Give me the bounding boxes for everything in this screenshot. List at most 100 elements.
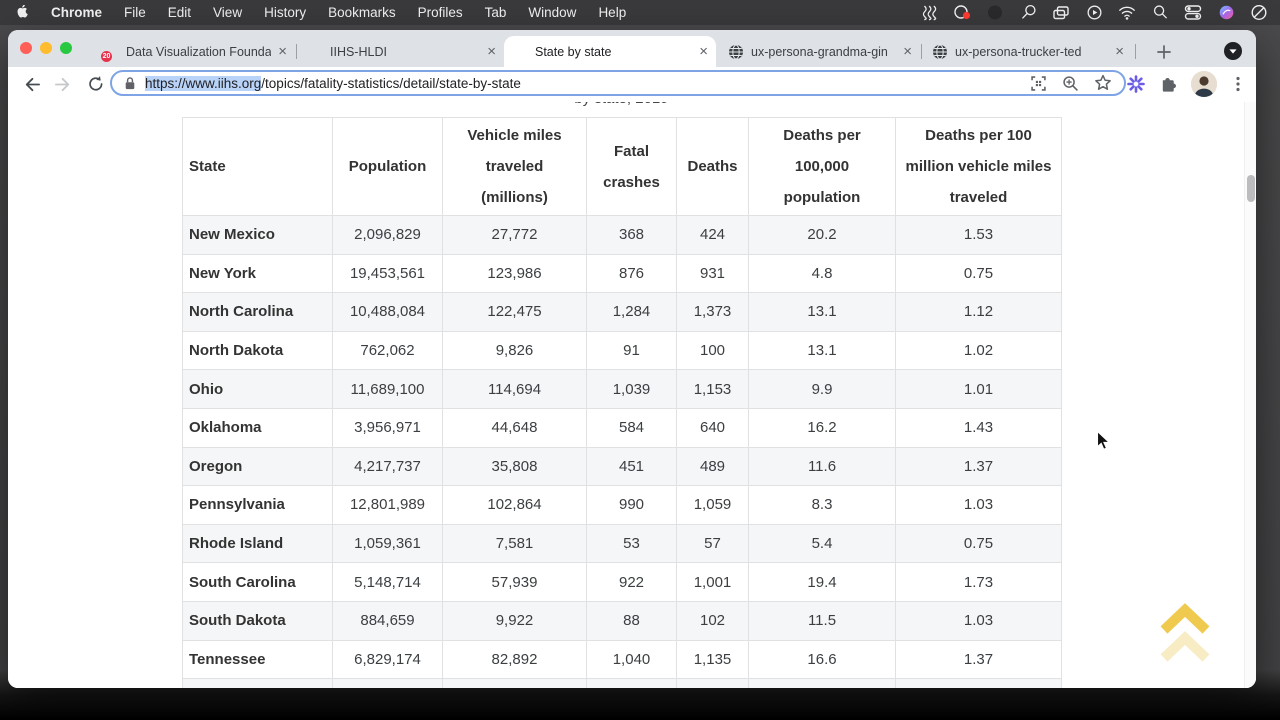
state-cell: Rhode Island: [183, 524, 333, 563]
value-cell: 368: [587, 216, 677, 255]
menu-item-file[interactable]: File: [124, 5, 146, 20]
menu-item-edit[interactable]: Edit: [168, 5, 191, 20]
state-cell: North Carolina: [183, 293, 333, 332]
app-waves-icon[interactable]: [920, 4, 938, 21]
zoom-window-button[interactable]: [60, 42, 72, 54]
value-cell: 0.75: [896, 254, 1062, 293]
tab-ux-persona-trucker-ted[interactable]: ux-persona-trucker-ted×: [924, 36, 1132, 67]
forward-button[interactable]: [53, 74, 73, 94]
play-circle-icon[interactable]: [1085, 4, 1103, 21]
tab-state-by-state[interactable]: State by state×: [504, 36, 716, 67]
value-cell: 1,039: [587, 370, 677, 409]
mouse-cursor: [1096, 430, 1112, 457]
column-header-deaths-per-100-000-population: Deaths per 100,000 population: [749, 118, 896, 216]
menubar-status-icons: [920, 4, 1280, 21]
zoom-in-icon[interactable]: [1062, 75, 1079, 92]
page-content: by state, 2019 StatePopulationVehicle mi…: [8, 102, 1256, 688]
value-cell: 9,826: [443, 331, 587, 370]
window-stack-icon[interactable]: [1052, 4, 1070, 21]
menu-item-profiles[interactable]: Profiles: [418, 5, 463, 20]
spotlight-search-icon[interactable]: [1151, 4, 1169, 21]
partial-cell: [896, 679, 1062, 688]
page-scrollbar-thumb[interactable]: [1247, 175, 1255, 202]
scroll-to-top-button[interactable]: [1155, 599, 1215, 669]
tab-close-icon[interactable]: ×: [699, 44, 708, 59]
colorful-app-icon[interactable]: [1217, 4, 1235, 21]
tab-search-button[interactable]: [1221, 39, 1245, 63]
value-cell: 1,059,361: [333, 524, 443, 563]
state-cell: Oklahoma: [183, 408, 333, 447]
tab-close-icon[interactable]: ×: [1115, 44, 1124, 59]
table-row-south-carolina: South Carolina5,148,71457,9399221,00119.…: [183, 563, 1062, 602]
value-cell: 91: [587, 331, 677, 370]
value-cell: 9.9: [749, 370, 896, 409]
new-tab-button[interactable]: [1151, 39, 1176, 64]
macos-menubar: Chrome File Edit View History Bookmarks Profi…: [0, 0, 1280, 25]
table-row-oregon: Oregon4,217,73735,80845148911.61.37: [183, 447, 1062, 486]
tab-close-icon[interactable]: ×: [903, 44, 912, 59]
menu-item-tab[interactable]: Tab: [485, 5, 507, 20]
value-cell: 11,689,100: [333, 370, 443, 409]
menubar-app-name[interactable]: Chrome: [51, 5, 102, 20]
value-cell: 762,062: [333, 331, 443, 370]
state-cell: Pennsylvania: [183, 486, 333, 525]
reload-button[interactable]: [86, 74, 106, 94]
burst-extension-icon[interactable]: [1126, 74, 1146, 94]
value-cell: 1.37: [896, 447, 1062, 486]
value-cell: 1.43: [896, 408, 1062, 447]
control-center-icon[interactable]: [1184, 4, 1202, 21]
globe-favicon: [728, 44, 744, 60]
value-cell: 100: [677, 331, 749, 370]
value-cell: 1.37: [896, 640, 1062, 679]
value-cell: 102: [677, 601, 749, 640]
lock-icon[interactable]: [124, 76, 136, 91]
value-cell: 16.2: [749, 408, 896, 447]
table-row-ohio: Ohio11,689,100114,6941,0391,1539.91.01: [183, 370, 1062, 409]
tab-label: Data Visualization Founda: [126, 45, 271, 59]
state-cell: Oregon: [183, 447, 333, 486]
value-cell: 122,475: [443, 293, 587, 332]
address-bar[interactable]: https://www.iihs.org/topics/fatality-sta…: [110, 70, 1126, 96]
menu-item-window[interactable]: Window: [528, 5, 576, 20]
tab-data-visualization-founda[interactable]: 20 Data Visualization Founda ×: [95, 36, 295, 67]
value-cell: 20.2: [749, 216, 896, 255]
tab-close-icon[interactable]: ×: [278, 44, 287, 59]
menu-item-view[interactable]: View: [213, 5, 242, 20]
extensions-puzzle-icon[interactable]: [1159, 75, 1178, 94]
menu-item-help[interactable]: Help: [598, 5, 626, 20]
sync-badge-icon[interactable]: [953, 4, 971, 21]
dim-circle-icon[interactable]: [986, 4, 1004, 21]
menu-item-bookmarks[interactable]: Bookmarks: [328, 5, 396, 20]
partial-page-heading: by state, 2019: [182, 102, 1061, 106]
road-favicon: [512, 44, 528, 60]
tab-label: ux-persona-grandma-gin: [751, 45, 896, 59]
qr-code-icon[interactable]: [1030, 75, 1047, 92]
focus-slash-icon[interactable]: [1250, 4, 1268, 21]
wifi-icon[interactable]: [1118, 4, 1136, 21]
bookmark-star-icon[interactable]: [1094, 74, 1112, 92]
minimize-window-button[interactable]: [40, 42, 52, 54]
menu-item-history[interactable]: History: [264, 5, 306, 20]
value-cell: 57,939: [443, 563, 587, 602]
road-favicon: [307, 44, 323, 60]
value-cell: 640: [677, 408, 749, 447]
page-scrollbar-track[interactable]: [1244, 102, 1256, 688]
calendar-20-favicon: 20: [103, 44, 119, 60]
window-controls: [20, 42, 72, 54]
apple-menu-icon[interactable]: [16, 5, 29, 20]
kebab-menu-icon[interactable]: [1230, 75, 1246, 93]
column-header-state: State: [183, 118, 333, 216]
value-cell: 922: [587, 563, 677, 602]
state-cell: North Dakota: [183, 331, 333, 370]
tab-ux-persona-grandma-gin[interactable]: ux-persona-grandma-gin ×: [720, 36, 920, 67]
close-window-button[interactable]: [20, 42, 32, 54]
back-button[interactable]: [21, 74, 41, 94]
partial-cell: [183, 679, 333, 688]
value-cell: 9,922: [443, 601, 587, 640]
tab-iihs-hldi[interactable]: IIHS-HLDI×: [299, 36, 504, 67]
tab-close-icon[interactable]: ×: [487, 44, 496, 59]
table-row-rhode-island: Rhode Island1,059,3617,58153575.40.75: [183, 524, 1062, 563]
profile-avatar[interactable]: [1191, 71, 1217, 97]
loupe-zoom-icon[interactable]: [1019, 4, 1037, 21]
value-cell: 123,986: [443, 254, 587, 293]
